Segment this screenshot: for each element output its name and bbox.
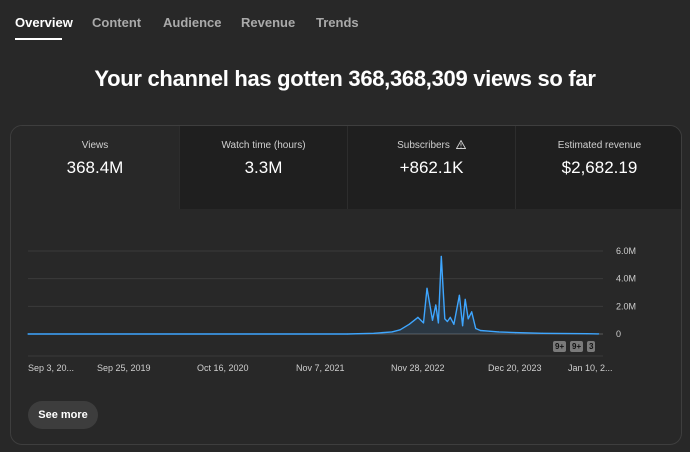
- data-point: [437, 322, 439, 324]
- x-tick-label: Sep 25, 2019: [97, 363, 151, 373]
- y-tick-label: 6.0M: [616, 246, 636, 256]
- data-point: [464, 298, 466, 300]
- data-point: [479, 329, 481, 332]
- data-point: [458, 294, 460, 296]
- tab-trends[interactable]: Trends: [316, 15, 359, 30]
- event-badge[interactable]: 9+: [570, 341, 584, 352]
- metric-label: Subscribers: [348, 140, 515, 151]
- data-point: [446, 320, 448, 323]
- data-point: [449, 316, 451, 318]
- series-line: [28, 255, 599, 335]
- data-point: [408, 323, 410, 325]
- event-badge[interactable]: 3: [587, 341, 596, 352]
- metric-label-text: Subscribers: [397, 140, 450, 151]
- metric-label: Estimated revenue: [557, 140, 642, 151]
- views-line-chart[interactable]: 6.0M 4.0M 2.0M 0 Sep 3, 20... Sep 25, 2019 Oct…: [11, 209, 682, 445]
- x-tick-label: Nov 28, 2022: [391, 363, 445, 373]
- data-point: [515, 332, 517, 334]
- data-point: [417, 316, 419, 318]
- metric-value: $2,682.19: [561, 158, 638, 177]
- x-tick-label: Jan 10, 2...: [568, 363, 613, 373]
- data-point: [598, 333, 600, 335]
- tab-overview[interactable]: Overview: [15, 15, 73, 30]
- metric-value: 3.3M: [244, 158, 283, 177]
- page-headline: Your channel has gotten 368,368,309 view…: [94, 66, 596, 91]
- data-point: [467, 318, 469, 320]
- see-more-button[interactable]: See more: [28, 401, 98, 429]
- x-tick-label: Dec 20, 2023: [488, 363, 542, 373]
- metric-subscribers[interactable]: Subscribers +862.1K: [347, 126, 515, 209]
- data-point: [497, 331, 500, 333]
- data-point: [440, 255, 442, 258]
- active-tab-indicator: [15, 38, 62, 40]
- data-point: [541, 332, 543, 334]
- data-point: [435, 304, 437, 306]
- overview-card: Views 368.4M Watch time (hours) 3.3M Sub…: [10, 125, 682, 445]
- y-tick-label: 2.0M: [616, 301, 636, 311]
- data-point: [471, 311, 473, 313]
- y-tick-label: 0: [616, 329, 621, 339]
- data-point: [399, 329, 401, 331]
- data-point: [391, 331, 393, 333]
- tab-content[interactable]: Content: [92, 15, 141, 30]
- metric-label: Watch time (hours): [221, 140, 306, 151]
- data-point: [346, 333, 348, 335]
- tab-revenue[interactable]: Revenue: [241, 15, 295, 30]
- data-point: [475, 327, 477, 330]
- y-tick-label: 4.0M: [616, 274, 636, 284]
- tab-bar: Overview Content Audience Revenue Trends: [0, 0, 690, 40]
- data-point: [27, 333, 29, 335]
- series-area: [28, 256, 599, 334]
- warning-icon[interactable]: [455, 140, 466, 149]
- tab-audience[interactable]: Audience: [163, 15, 222, 30]
- metric-value: 368.4M: [66, 158, 124, 177]
- metric-estimated-revenue[interactable]: Estimated revenue $2,682.19: [515, 126, 681, 209]
- x-tick-label: Nov 7, 2021: [296, 363, 345, 373]
- metric-label: Views: [81, 140, 109, 151]
- x-tick-label: Sep 3, 20...: [28, 363, 74, 373]
- data-point: [422, 322, 425, 324]
- data-point: [488, 330, 491, 332]
- event-badge[interactable]: 9+: [553, 341, 567, 352]
- data-point: [444, 318, 446, 320]
- metric-views[interactable]: Views 368.4M: [11, 126, 179, 209]
- metric-watch-time[interactable]: Watch time (hours) 3.3M: [179, 126, 347, 209]
- data-point: [453, 323, 455, 325]
- data-point: [586, 333, 588, 335]
- metric-tabs: Views 368.4M Watch time (hours) 3.3M Sub…: [11, 126, 681, 209]
- data-point: [462, 325, 464, 327]
- data-point: [426, 287, 428, 289]
- data-point: [431, 319, 434, 321]
- metric-value: +862.1K: [399, 158, 464, 177]
- x-tick-label: Oct 16, 2020: [197, 363, 249, 373]
- data-point: [373, 332, 375, 334]
